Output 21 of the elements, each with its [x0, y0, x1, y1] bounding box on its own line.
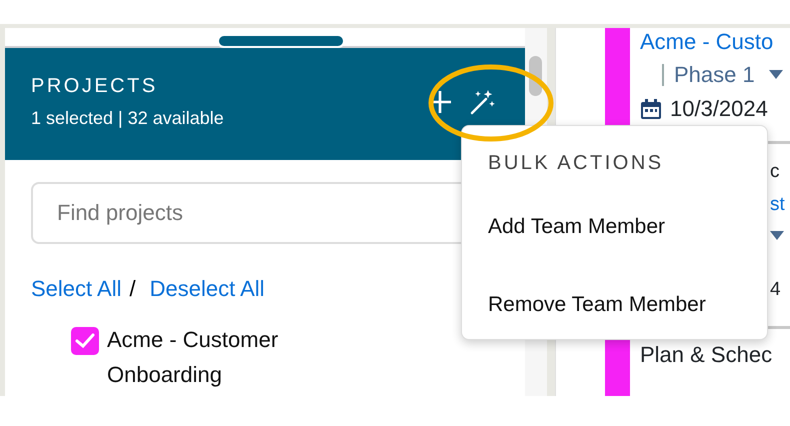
divider-icon: [662, 64, 664, 86]
selection-count: 1 selected | 32 available: [31, 107, 225, 129]
select-all-link[interactable]: Select All: [31, 272, 122, 305]
date-text: 4: [770, 278, 782, 302]
panel-title: PROJECTS: [31, 74, 159, 98]
checkbox[interactable]: [71, 327, 99, 355]
caret-icon[interactable]: [768, 70, 783, 80]
task-title: Plan & Schec: [640, 341, 772, 369]
calendar-icon: [640, 98, 662, 120]
menu-item[interactable]: Remove Team Member: [462, 280, 767, 329]
project-label[interactable]: Acme - Customer Onboarding: [107, 322, 327, 392]
phase-select[interactable]: Phase 1: [674, 60, 755, 90]
task-title: c: [770, 160, 780, 184]
date-text: 10/3/2024: [670, 95, 768, 124]
deselect-all-link[interactable]: Deselect All: [150, 272, 265, 305]
magic-wand-icon[interactable]: [470, 89, 496, 115]
task-title[interactable]: Acme - Custo: [640, 28, 783, 57]
menu-header: BULK ACTIONS: [487, 151, 665, 176]
drag-handle[interactable]: [217, 34, 345, 48]
project-link[interactable]: st: [770, 192, 785, 218]
separator-text: /: [130, 275, 136, 303]
